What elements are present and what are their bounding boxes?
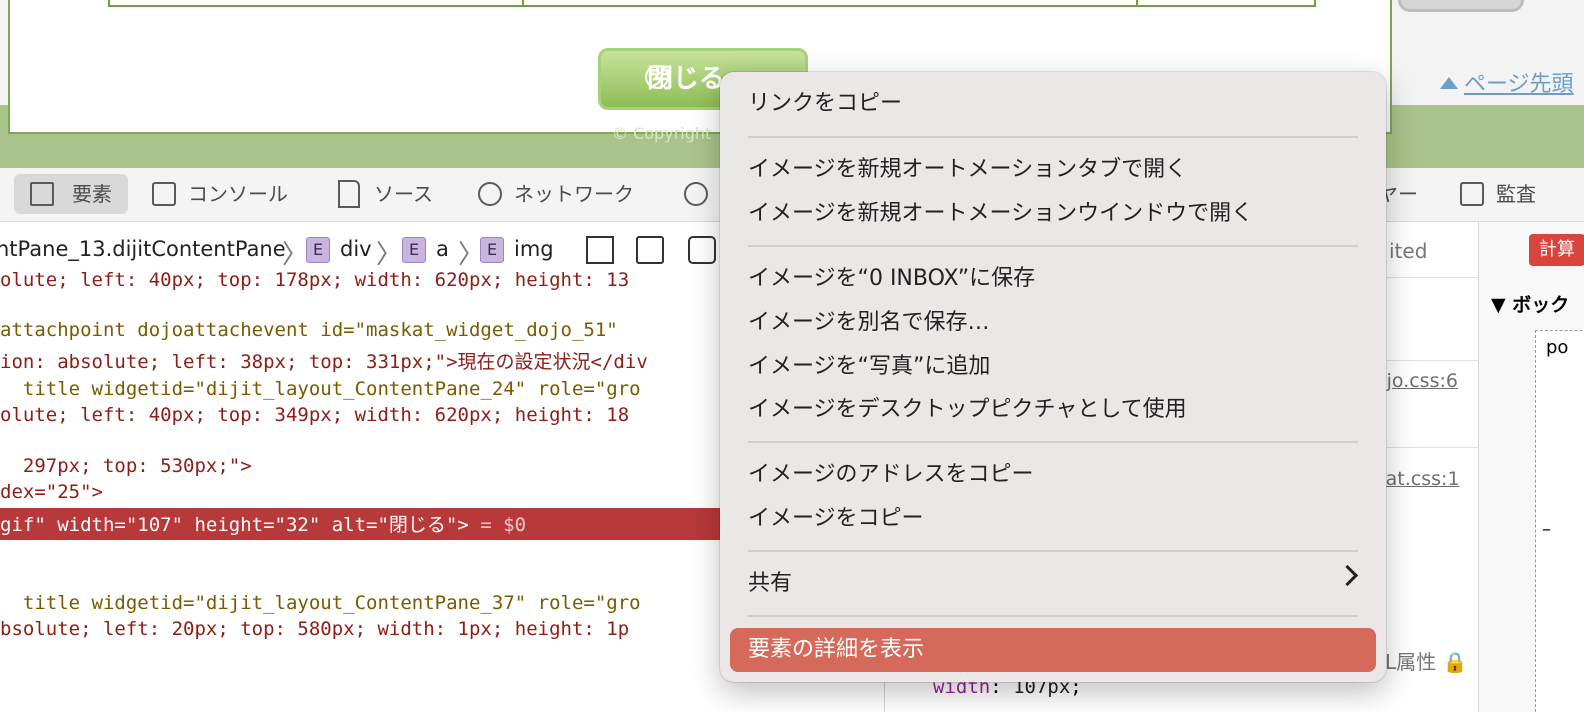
console-ref-badge: = $0	[468, 514, 527, 536]
tab-network[interactable]: ネットワーク	[470, 174, 634, 214]
breadcrumb-label: div	[340, 237, 372, 261]
menu-item-save-image-as[interactable]: イメージを別名で保存…	[748, 307, 990, 339]
menu-separator	[748, 136, 1358, 138]
chevron-right-icon: 〉	[376, 240, 403, 270]
tab-elements[interactable]: 要素	[14, 174, 128, 214]
element-badge-icon: E	[306, 237, 330, 263]
timeline-icon	[684, 182, 708, 206]
menu-item-inspect-element[interactable]: 要素の詳細を表示	[730, 628, 1376, 672]
dom-tree: olute; left: 40px; top: 178px; width: 62…	[0, 269, 722, 712]
menu-item-open-image-new-tab[interactable]: イメージを新規オートメーションタブで開く	[748, 154, 1187, 186]
dom-line[interactable]: title widgetid="dijit_layout_ContentPane…	[0, 378, 641, 400]
dom-line[interactable]: dex="25">	[0, 481, 103, 503]
element-badge-icon: E	[402, 237, 426, 263]
network-icon	[478, 182, 502, 206]
breadcrumb-item[interactable]: Ediv	[306, 235, 372, 263]
chevron-right-icon: 〉	[282, 240, 309, 270]
dom-line[interactable]: olute; left: 40px; top: 349px; width: 62…	[0, 404, 629, 426]
dom-line[interactable]: title widgetid="dijit_layout_ContentPane…	[0, 592, 641, 614]
selected-dom-text: gif" width="107" height="32" alt="閉じる">	[0, 514, 469, 536]
dom-line[interactable]: 297px; top: 530px;">	[0, 455, 252, 477]
attr-label: L属性	[1385, 650, 1437, 674]
tab-label: ソース	[374, 182, 433, 206]
breadcrumb-item[interactable]: Eimg	[480, 235, 554, 263]
menu-item-share[interactable]: 共有	[748, 568, 792, 600]
menu-item-copy-image[interactable]: イメージをコピー	[748, 503, 924, 535]
menu-item-save-image-inbox[interactable]: イメージを“0 INBOX”に保存	[748, 263, 1035, 295]
tab-label: コンソール	[188, 182, 288, 206]
ruler-icon[interactable]	[586, 236, 614, 264]
box-model-value: –	[1542, 519, 1551, 540]
style-source-link[interactable]: ojo.css:6	[1375, 370, 1458, 392]
tab-label: 監査	[1496, 182, 1536, 206]
tab-label: ネットワーク	[514, 182, 634, 206]
chevron-right-icon	[1336, 564, 1359, 587]
print-icon[interactable]	[636, 236, 664, 264]
console-icon	[152, 182, 176, 206]
context-menu: リンクをコピー イメージを新規オートメーションタブで開く イメージを新規オートメ…	[720, 72, 1386, 682]
lock-icon: 🔒	[1442, 650, 1468, 674]
section-title: ボック	[1512, 294, 1570, 316]
circle-x-icon: ✕	[645, 65, 669, 89]
dom-line[interactable]: attachpoint dojoattachevent id="maskat_w…	[0, 319, 618, 341]
tab-console[interactable]: コンソール	[144, 174, 288, 214]
triangle-down-icon: ▼	[1491, 294, 1513, 316]
arrow-up-icon	[1440, 77, 1458, 89]
breadcrumb-label: a	[436, 237, 449, 261]
table-column-divider	[522, 0, 524, 7]
audit-icon	[1460, 182, 1484, 206]
tab-label: 要素	[72, 182, 112, 206]
dialog-table	[108, 0, 1316, 7]
tab-timeline[interactable]	[676, 174, 720, 214]
styles-header: ited	[1389, 239, 1428, 263]
copyright-text: © Copyright	[612, 124, 712, 143]
box-model-label: po	[1546, 337, 1569, 358]
element-badge-icon: E	[480, 237, 504, 263]
html-attributes-label: L属性 🔒	[1385, 646, 1467, 675]
page-top-link[interactable]: ページ先頭	[1440, 66, 1574, 98]
tab-audit[interactable]: 監査	[1452, 174, 1536, 214]
breadcrumb-item[interactable]: ntPane_13.dijitContentPane	[0, 235, 286, 263]
computed-tab[interactable]: 計算	[1529, 234, 1584, 266]
box-model-section[interactable]: ▼ ボック	[1491, 290, 1569, 317]
selected-dom-line[interactable]: gif" width="107" height="32" alt="閉じる"> …	[0, 508, 722, 540]
box-model-diagram: po –	[1535, 330, 1584, 712]
dom-line[interactable]: olute; left: 40px; top: 178px; width: 62…	[0, 269, 629, 291]
menu-separator	[748, 615, 1358, 617]
computed-pane: 計算 ▼ ボック po –	[1478, 222, 1584, 712]
dom-line[interactable]: ion: absolute; left: 38px; top: 331px;">…	[0, 347, 648, 374]
menu-item-open-image-new-window[interactable]: イメージを新規オートメーションウインドウで開く	[748, 198, 1253, 230]
breadcrumb-item[interactable]: Ea	[402, 235, 449, 263]
window-icon[interactable]	[688, 236, 716, 264]
elements-icon	[30, 182, 54, 206]
menu-item-copy-image-address[interactable]: イメージのアドレスをコピー	[748, 459, 1034, 491]
page-button[interactable]	[1398, 0, 1524, 12]
menu-separator	[748, 245, 1358, 247]
menu-separator	[748, 441, 1358, 443]
sources-icon	[338, 180, 360, 208]
dom-line[interactable]: bsolute; left: 20px; top: 580px; width: …	[0, 618, 629, 640]
tab-sources[interactable]: ソース	[330, 174, 433, 214]
breadcrumb-label: img	[514, 237, 554, 261]
page-top-link-label: ページ先頭	[1464, 72, 1574, 97]
menu-separator	[748, 550, 1358, 552]
menu-item-copy-link[interactable]: リンクをコピー	[748, 88, 902, 120]
menu-item-add-to-photos[interactable]: イメージを“写真”に追加	[748, 351, 990, 383]
table-column-divider	[1136, 0, 1138, 7]
menu-item-set-desktop-picture[interactable]: イメージをデスクトップピクチャとして使用	[748, 394, 1187, 426]
style-source-link[interactable]: kat.css:1	[1375, 468, 1460, 490]
